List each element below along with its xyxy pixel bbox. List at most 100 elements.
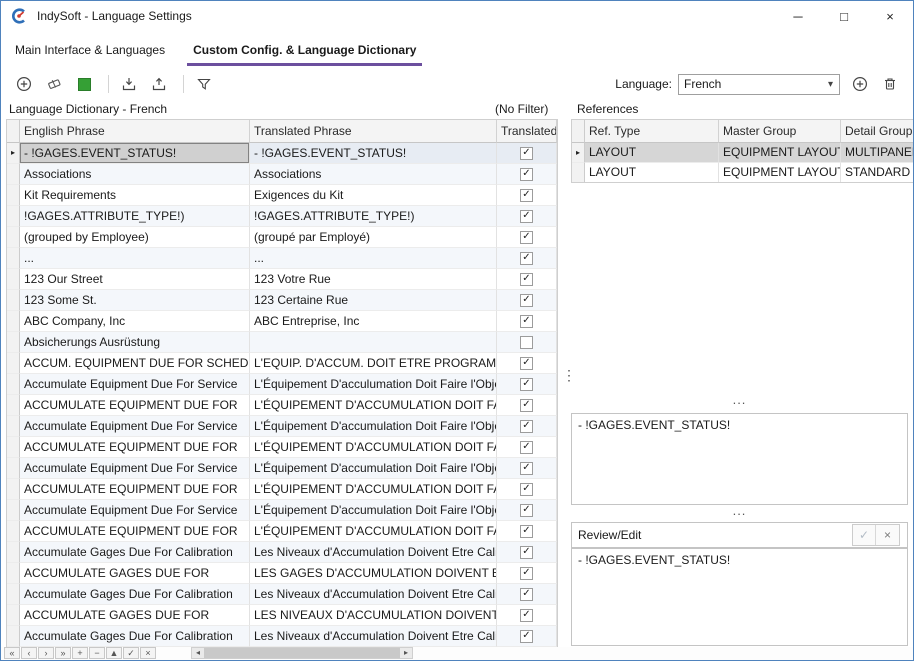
translated-flag-cell[interactable]: ✓: [497, 311, 557, 332]
next-record-button[interactable]: ›: [38, 647, 54, 659]
reference-row[interactable]: LAYOUTEQUIPMENT LAYOUTSSTANDARD: [572, 163, 914, 183]
delete-language-button[interactable]: [877, 72, 903, 96]
add-phrase-button[interactable]: [11, 72, 37, 96]
english-phrase-cell[interactable]: Accumulate Gages Due For Calibration: [20, 584, 250, 605]
translated-flag-cell[interactable]: ✓: [497, 521, 557, 542]
translated-checkbox[interactable]: ✓: [520, 525, 533, 538]
translated-phrase-cell[interactable]: L'Équipement D'acculumation Doit Faire l…: [250, 374, 497, 395]
translated-flag-cell[interactable]: ✓: [497, 626, 557, 647]
filter-button[interactable]: [191, 72, 217, 96]
english-phrase-cell[interactable]: Accumulate Equipment Due For Service: [20, 374, 250, 395]
col-translated-phrase[interactable]: Translated Phrase: [250, 120, 497, 143]
panel-splitter[interactable]: ⋮: [562, 361, 570, 391]
translated-flag-cell[interactable]: ✓: [497, 185, 557, 206]
translated-phrase-cell[interactable]: Les Niveaux d'Accumulation Doivent Etre …: [250, 584, 497, 605]
english-phrase-cell[interactable]: 123 Some St.: [20, 290, 250, 311]
english-phrase-cell[interactable]: ACCUMULATE GAGES DUE FOR: [20, 605, 250, 626]
translated-phrase-cell[interactable]: (groupé par Employé): [250, 227, 497, 248]
translated-phrase-cell[interactable]: L'ÉQUIPEMENT D'ACCUMULATION DOIT FAIRE L…: [250, 437, 497, 458]
dictionary-row[interactable]: Accumulate Equipment Due For ServiceL'Éq…: [7, 374, 557, 395]
dictionary-row[interactable]: ACCUM. EQUIPMENT DUE FOR SCHEDULEL'EQUIP…: [7, 353, 557, 374]
translated-phrase-cell[interactable]: Exigences du Kit: [250, 185, 497, 206]
review-splitter[interactable]: ...: [571, 508, 908, 520]
translated-checkbox[interactable]: ✓: [520, 630, 533, 643]
translated-flag-cell[interactable]: ✓: [497, 395, 557, 416]
dictionary-row[interactable]: (grouped by Employee)(groupé par Employé…: [7, 227, 557, 248]
english-phrase-cell[interactable]: Associations: [20, 164, 250, 185]
english-phrase-cell[interactable]: ABC Company, Inc: [20, 311, 250, 332]
translated-flag-cell[interactable]: ✓: [497, 206, 557, 227]
translated-checkbox[interactable]: ✓: [520, 168, 533, 181]
translated-checkbox[interactable]: ✓: [520, 588, 533, 601]
translated-phrase-cell[interactable]: ...: [250, 248, 497, 269]
dictionary-row[interactable]: ACCUMULATE GAGES DUE FORLES GAGES D'ACCU…: [7, 563, 557, 584]
dictionary-row[interactable]: Accumulate Equipment Due For ServiceL'Éq…: [7, 416, 557, 437]
tab-main-interface-languages[interactable]: Main Interface & Languages: [9, 39, 171, 66]
translated-phrase-cell[interactable]: L'Équipement D'accumulation Doit Faire l…: [250, 416, 497, 437]
english-phrase-cell[interactable]: - !GAGES.EVENT_STATUS!: [20, 143, 250, 164]
maximize-button[interactable]: □: [821, 1, 867, 31]
reference-row[interactable]: ▸LAYOUTEQUIPMENT LAYOUTSMULTIPANEL-: [572, 143, 914, 163]
translated-phrase-cell[interactable]: LES NIVEAUX D'ACCUMULATION DOIVENT ETRE: [250, 605, 497, 626]
translated-checkbox[interactable]: ✓: [520, 147, 533, 160]
translated-phrase-cell[interactable]: 123 Certaine Rue: [250, 290, 497, 311]
dictionary-row[interactable]: ▸- !GAGES.EVENT_STATUS!- !GAGES.EVENT_ST…: [7, 143, 557, 164]
translated-checkbox[interactable]: ✓: [520, 273, 533, 286]
translated-phrase-cell[interactable]: - !GAGES.EVENT_STATUS!: [250, 143, 497, 164]
translated-flag-cell[interactable]: ✓: [497, 164, 557, 185]
translated-checkbox[interactable]: ✓: [520, 315, 533, 328]
master-group-cell[interactable]: EQUIPMENT LAYOUTS: [719, 163, 841, 183]
translated-flag-cell[interactable]: ✓: [497, 500, 557, 521]
translated-flag-cell[interactable]: ✓: [497, 479, 557, 500]
close-button[interactable]: ×: [867, 1, 913, 31]
translated-checkbox[interactable]: ✓: [520, 210, 533, 223]
dictionary-row[interactable]: AssociationsAssociations ✓: [7, 164, 557, 185]
col-master-group[interactable]: Master Group: [719, 120, 841, 143]
translated-flag-cell[interactable]: ✓: [497, 458, 557, 479]
ref-type-cell[interactable]: LAYOUT: [585, 163, 719, 183]
english-phrase-cell[interactable]: 123 Our Street: [20, 269, 250, 290]
col-ref-type[interactable]: Ref. Type: [585, 120, 719, 143]
accept-edit-button[interactable]: ✓: [853, 525, 876, 545]
dictionary-row[interactable]: ACCUMULATE EQUIPMENT DUE FORL'ÉQUIPEMENT…: [7, 437, 557, 458]
import-dictionary-button[interactable]: [116, 72, 142, 96]
scroll-right-icon[interactable]: ▸: [400, 648, 412, 658]
translated-phrase-cell[interactable]: !GAGES.ATTRIBUTE_TYPE!): [250, 206, 497, 227]
english-phrase-cell[interactable]: !GAGES.ATTRIBUTE_TYPE!): [20, 206, 250, 227]
translated-phrase-cell[interactable]: Associations: [250, 164, 497, 185]
translated-flag-cell[interactable]: ✓: [497, 542, 557, 563]
edit-record-button[interactable]: ▲: [106, 647, 122, 659]
english-phrase-cell[interactable]: Accumulate Gages Due For Calibration: [20, 542, 250, 563]
english-phrase-cell[interactable]: ACCUMULATE EQUIPMENT DUE FOR: [20, 479, 250, 500]
english-phrase-cell[interactable]: Kit Requirements: [20, 185, 250, 206]
chevron-down-icon[interactable]: ▾: [822, 79, 839, 90]
translated-checkbox[interactable]: ✓: [520, 399, 533, 412]
col-detail-group[interactable]: Detail Group: [841, 120, 914, 143]
english-phrase-cell[interactable]: ...: [20, 248, 250, 269]
translated-checkbox[interactable]: ✓: [520, 420, 533, 433]
translated-flag-cell[interactable]: ✓: [497, 353, 557, 374]
translated-flag-cell[interactable]: ✓: [497, 416, 557, 437]
horizontal-scrollbar[interactable]: ◂ ▸: [191, 647, 413, 659]
first-record-button[interactable]: «: [4, 647, 20, 659]
translated-checkbox[interactable]: ✓: [520, 504, 533, 517]
english-phrase-cell[interactable]: ACCUMULATE GAGES DUE FOR: [20, 563, 250, 584]
translated-flag-cell[interactable]: ✓: [497, 584, 557, 605]
english-phrase-cell[interactable]: Absicherungs Ausrüstung: [20, 332, 250, 353]
col-english-phrase[interactable]: English Phrase: [20, 120, 250, 143]
translated-phrase-cell[interactable]: ABC Entreprise, Inc: [250, 311, 497, 332]
translated-checkbox[interactable]: ✓: [520, 189, 533, 202]
translated-phrase-cell[interactable]: [250, 332, 497, 353]
translated-checkbox[interactable]: ✓: [520, 357, 533, 370]
minimize-button[interactable]: ─: [775, 1, 821, 31]
dictionary-row[interactable]: Accumulate Gages Due For CalibrationLes …: [7, 626, 557, 647]
translated-flag-cell[interactable]: ✓: [497, 248, 557, 269]
dictionary-row[interactable]: ACCUMULATE GAGES DUE FORLES NIVEAUX D'AC…: [7, 605, 557, 626]
add-language-button[interactable]: [847, 72, 873, 96]
translated-checkbox[interactable]: ✓: [520, 483, 533, 496]
translated-checkbox[interactable]: ✓: [520, 231, 533, 244]
review-edit-box[interactable]: - !GAGES.EVENT_STATUS!: [571, 548, 908, 646]
last-record-button[interactable]: »: [55, 647, 71, 659]
translated-checkbox[interactable]: ✓: [520, 378, 533, 391]
ref-type-cell[interactable]: LAYOUT: [585, 143, 719, 163]
